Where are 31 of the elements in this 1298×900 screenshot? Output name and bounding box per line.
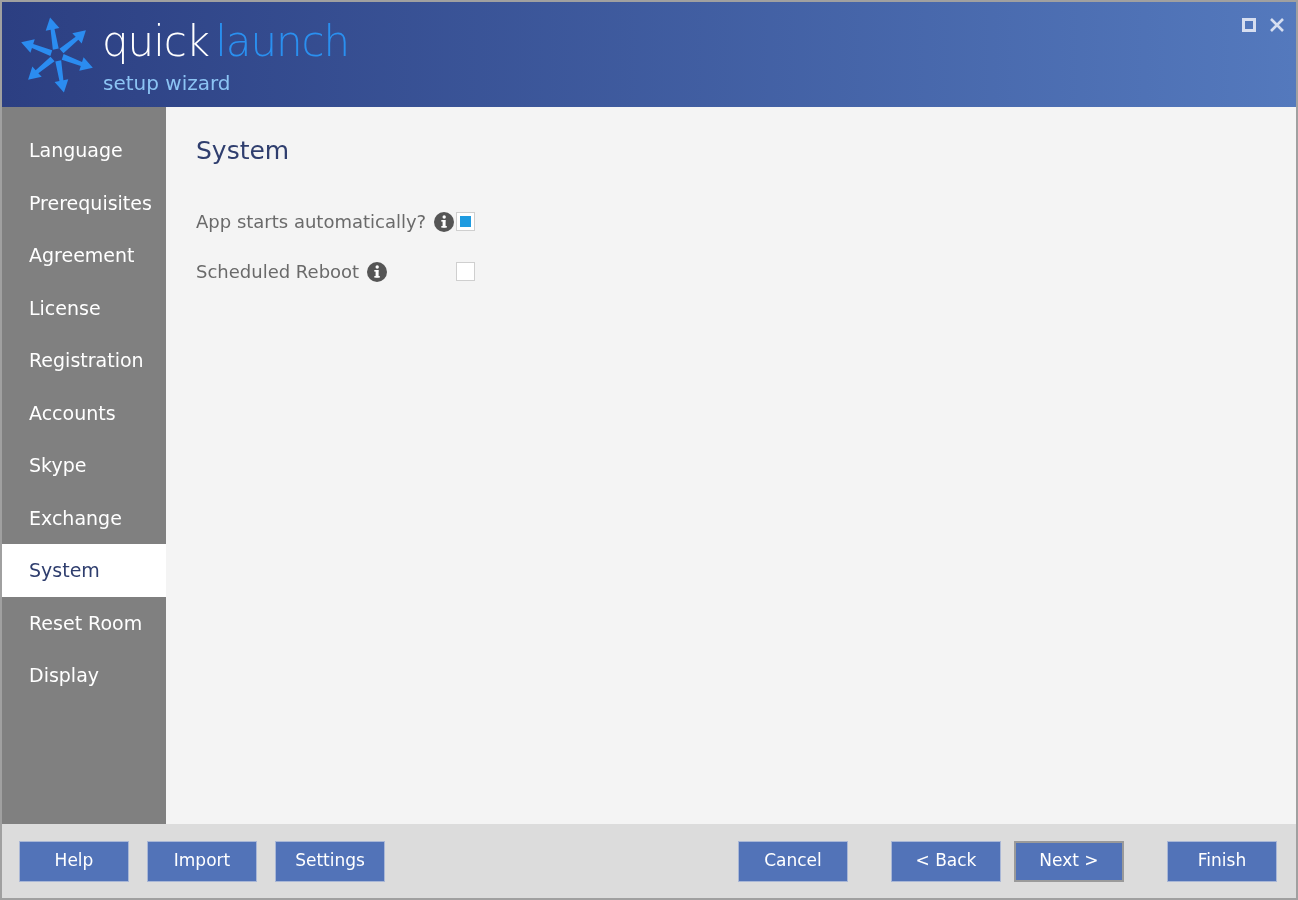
app-subtitle: setup wizard <box>103 70 231 97</box>
pinwheel-arrows-icon <box>20 16 94 94</box>
footer-button[interactable]: < Back <box>891 840 1001 882</box>
sidebar-item[interactable]: Accounts <box>2 386 166 439</box>
page-heading: System <box>196 135 291 167</box>
sidebar-item[interactable]: System <box>2 544 166 597</box>
footer-button[interactable]: Cancel <box>738 840 848 882</box>
checkbox[interactable] <box>456 212 475 231</box>
info-icon[interactable] <box>367 261 388 282</box>
option-label: App starts automatically? <box>196 210 427 234</box>
option-label: Scheduled Reboot <box>196 260 360 284</box>
app-name-accent: launch <box>215 16 350 68</box>
footer-button[interactable]: Next > <box>1014 840 1124 882</box>
info-icon[interactable] <box>434 211 455 232</box>
footer-button[interactable]: Help <box>19 840 129 882</box>
close-icon[interactable] <box>1270 18 1284 32</box>
sidebar-item[interactable]: Language <box>2 124 166 177</box>
sidebar-item[interactable]: Exchange <box>2 491 166 544</box>
footer-button[interactable]: Import <box>147 840 257 882</box>
sidebar-item[interactable]: Skype <box>2 439 166 492</box>
sidebar-item[interactable]: Prerequisites <box>2 176 166 229</box>
maximize-icon[interactable] <box>1242 18 1256 32</box>
footer-button[interactable]: Finish <box>1167 840 1277 882</box>
checkbox[interactable] <box>456 262 475 281</box>
app-name: quick <box>102 16 210 68</box>
sidebar-item[interactable]: Reset Room <box>2 596 166 649</box>
sidebar-item[interactable]: Registration <box>2 334 166 387</box>
sidebar-item[interactable]: Display <box>2 649 166 702</box>
footer-button[interactable]: Settings <box>275 840 385 882</box>
sidebar-item[interactable]: Agreement <box>2 229 166 282</box>
sidebar-item[interactable]: License <box>2 281 166 334</box>
